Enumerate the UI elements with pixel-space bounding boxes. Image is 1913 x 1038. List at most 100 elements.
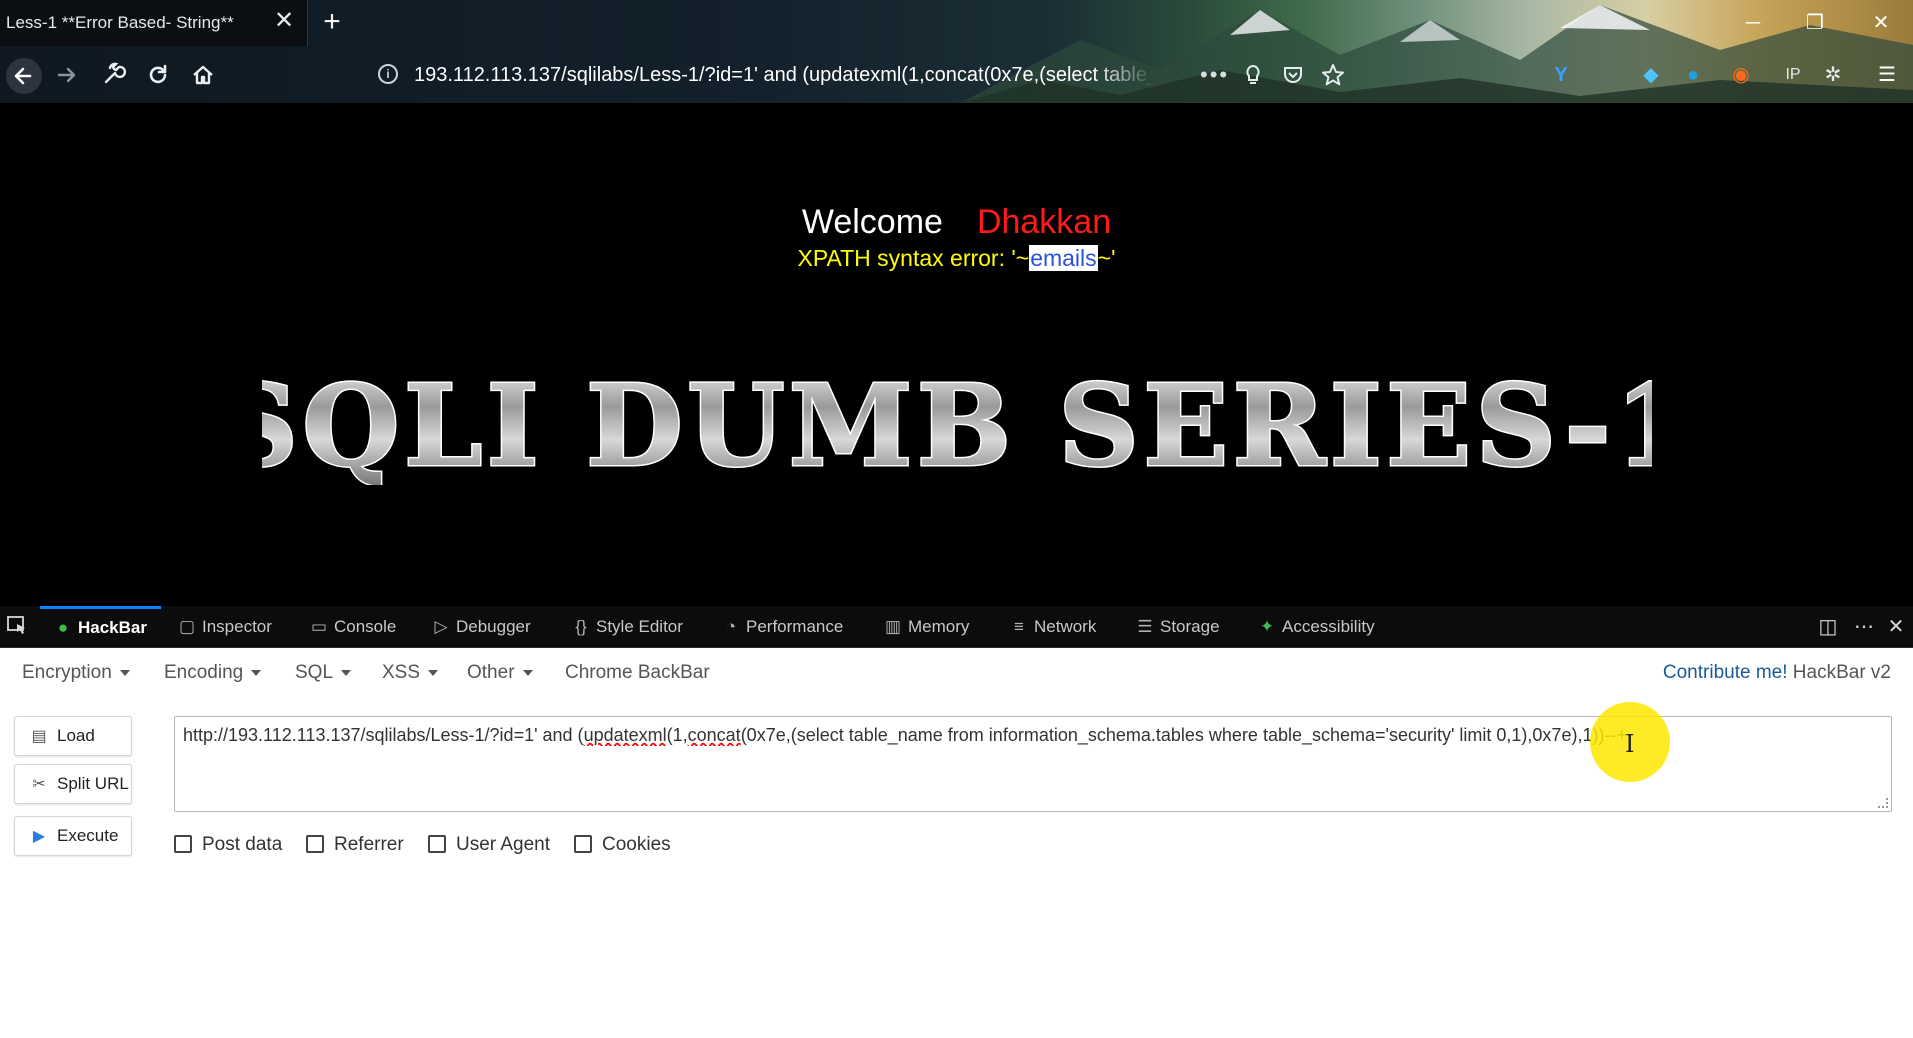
xpath-error-prefix: XPATH syntax error: '~ <box>797 245 1030 271</box>
tab-performance[interactable]: ◔ Performance <box>722 606 843 648</box>
extension-gear-icon[interactable]: ✲ <box>1820 62 1846 88</box>
caret-down-icon <box>428 669 439 676</box>
post-data-checkbox[interactable]: Post data <box>174 834 282 856</box>
menu-other-label: Other <box>467 662 515 683</box>
welcome-line: Welcome Dhakkan <box>0 203 1913 242</box>
menu-xss-label: XSS <box>382 662 421 683</box>
extension-globe-icon[interactable]: ● <box>1680 62 1706 88</box>
minimize-icon[interactable]: ─ <box>1738 10 1768 36</box>
storage-icon: ☰ <box>1137 617 1153 636</box>
xpath-error-message: XPATH syntax error: '~emails~' <box>0 245 1913 272</box>
xpath-error-value: emails <box>1029 245 1098 271</box>
load-url-button[interactable]: ▤Load URL <box>14 716 132 783</box>
devtools-tab-bar: ● HackBar ▢ Inspector ▭ Console ▷ Debugger {… <box>0 606 1913 648</box>
caret-down-icon <box>251 669 262 676</box>
execute-label: Execute <box>57 826 119 845</box>
checkbox-icon[interactable] <box>428 835 446 853</box>
menu-xss[interactable]: XSS <box>382 662 439 684</box>
style-editor-icon: {} <box>575 617 587 636</box>
menu-other[interactable]: Other <box>467 662 533 684</box>
pocket-icon[interactable] <box>1280 62 1306 88</box>
reload-icon[interactable] <box>143 60 173 90</box>
devtools-panel: ● HackBar ▢ Inspector ▭ Console ▷ Debugger {… <box>0 606 1913 1038</box>
split-url-button[interactable]: ✂ Split URL <box>14 764 132 804</box>
tab-console-label: Console <box>334 617 397 636</box>
star-icon[interactable] <box>1320 62 1346 88</box>
menu-sql[interactable]: SQL <box>295 662 352 684</box>
tab-style-editor[interactable]: {} Style Editor <box>572 606 683 648</box>
menu-chrome-backbar[interactable]: Chrome BackBar <box>565 662 710 684</box>
accessibility-icon: ✦ <box>1259 617 1275 636</box>
tab-inspector[interactable]: ▢ Inspector <box>178 606 272 648</box>
site-info-icon[interactable]: i <box>378 64 398 84</box>
menu-encryption[interactable]: Encryption <box>22 662 130 684</box>
tab-hackbar[interactable]: ● HackBar <box>40 606 161 648</box>
referrer-label: Referrer <box>334 834 404 855</box>
browser-chrome: Less-1 **Error Based- String** ✕ + ─ ❐ ✕… <box>0 0 1913 103</box>
checkbox-icon[interactable] <box>174 835 192 853</box>
url-part-concat: concat <box>687 725 741 745</box>
console-icon: ▭ <box>310 617 328 636</box>
memory-icon: ▥ <box>884 617 902 636</box>
restore-icon[interactable]: ❐ <box>1800 10 1830 36</box>
dock-side-icon[interactable]: ◫ <box>1814 614 1842 640</box>
address-bar[interactable]: i 193.112.113.137/sqlilabs/Less-1/?id=1'… <box>370 54 1160 96</box>
tab-memory[interactable]: ▥ Memory <box>884 606 969 648</box>
execute-button[interactable]: ▶ Execute <box>14 816 132 856</box>
checkbox-icon[interactable] <box>306 835 324 853</box>
tab-console[interactable]: ▭ Console <box>310 606 396 648</box>
sqli-dumb-series-banner: SQLI DUMB SERIES-1 <box>262 365 1652 485</box>
menu-encryption-label: Encryption <box>22 662 112 683</box>
menu-encoding[interactable]: Encoding <box>164 662 262 684</box>
tab-strip: Less-1 **Error Based- String** ✕ + ─ ❐ ✕ <box>0 0 1913 46</box>
resize-handle-icon[interactable] <box>1878 798 1888 808</box>
tab-style-editor-label: Style Editor <box>596 617 683 636</box>
element-picker-icon[interactable] <box>4 614 30 640</box>
referrer-checkbox[interactable]: Referrer <box>306 834 404 856</box>
more-options-icon[interactable]: ⋯ <box>1850 614 1878 640</box>
extension-ip-icon[interactable]: IP <box>1780 62 1806 88</box>
lightbulb-icon[interactable] <box>1240 62 1266 88</box>
hackbar-icon: ● <box>57 618 69 637</box>
text-cursor-icon: I <box>1625 730 1635 758</box>
hackbar-menu: Encryption Encoding SQL XSS Other Chrome… <box>0 648 1913 698</box>
address-bar-url[interactable]: 193.112.113.137/sqlilabs/Less-1/?id=1' a… <box>414 64 1154 87</box>
cookies-checkbox[interactable]: Cookies <box>574 834 671 856</box>
extension-fox-icon[interactable]: ◉ <box>1728 62 1754 88</box>
url-part-1: http://193.112.113.137/sqlilabs/Less-1/?… <box>183 725 584 745</box>
tab-less-1[interactable]: Less-1 **Error Based- String** ✕ <box>0 0 308 46</box>
tab-storage[interactable]: ☰ Storage <box>1136 606 1219 648</box>
cookies-label: Cookies <box>602 834 671 855</box>
close-devtools-icon[interactable]: ✕ <box>1882 614 1910 640</box>
tab-debugger-label: Debugger <box>456 617 531 636</box>
tab-inspector-label: Inspector <box>202 617 272 636</box>
caret-down-icon <box>341 669 352 676</box>
printer-icon: ▤ <box>31 728 47 745</box>
xpath-error-suffix: ~' <box>1097 245 1116 271</box>
window-close-icon[interactable]: ✕ <box>1866 10 1896 36</box>
tab-accessibility[interactable]: ✦ Accessibility <box>1258 606 1375 648</box>
extension-shield-icon[interactable]: ◆ <box>1638 62 1664 88</box>
user-agent-label: User Agent <box>456 834 550 855</box>
forward-arrow-icon[interactable] <box>52 60 82 90</box>
welcome-name: Dhakkan <box>976 203 1112 241</box>
wrench-icon[interactable] <box>98 60 128 90</box>
tab-debugger[interactable]: ▷ Debugger <box>432 606 531 648</box>
post-data-label: Post data <box>202 834 283 855</box>
page-content: Welcome Dhakkan XPATH syntax error: '~ema… <box>0 103 1913 606</box>
debugger-icon: ▷ <box>434 617 448 636</box>
new-tab-button[interactable]: + <box>318 7 346 37</box>
checkbox-icon[interactable] <box>574 835 592 853</box>
home-icon[interactable] <box>188 60 218 90</box>
menu-icon[interactable]: ☰ <box>1874 62 1900 88</box>
user-agent-checkbox[interactable]: User Agent <box>428 834 550 856</box>
contribute-link[interactable]: Contribute me! <box>1663 662 1788 683</box>
extension-y-icon[interactable]: Y <box>1548 62 1574 88</box>
page-actions-icon[interactable]: ••• <box>1200 62 1229 88</box>
menu-encoding-label: Encoding <box>164 662 244 683</box>
tab-network[interactable]: ≡ Network <box>1010 606 1096 648</box>
caret-down-icon <box>522 669 533 676</box>
tab-close-icon[interactable]: ✕ <box>272 9 296 33</box>
back-arrow-icon[interactable] <box>6 58 42 94</box>
url-part-updatexml: updatexml <box>583 725 667 745</box>
